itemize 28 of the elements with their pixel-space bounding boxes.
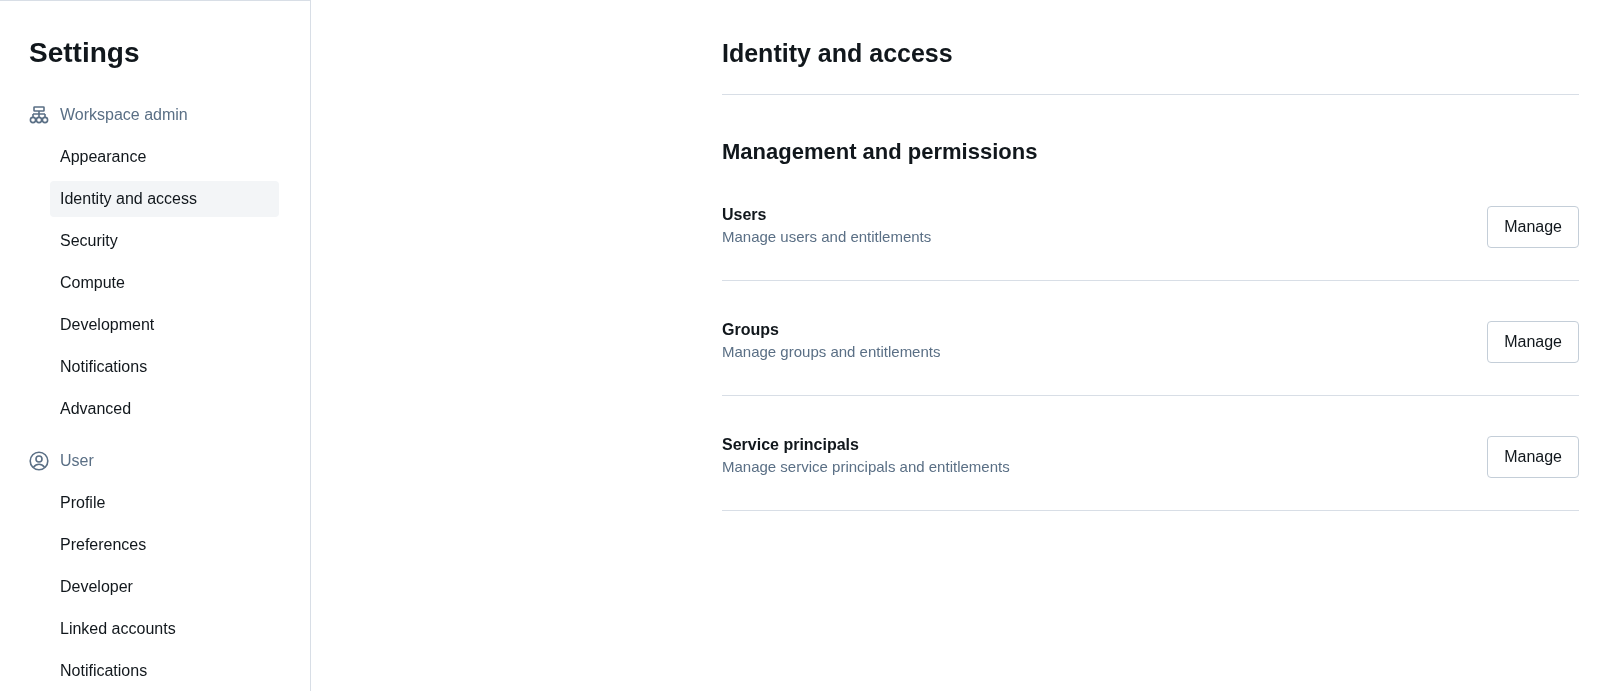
manage-button[interactable]: Manage <box>1487 321 1579 363</box>
manage-button[interactable]: Manage <box>1487 206 1579 248</box>
section-title: Management and permissions <box>722 138 1039 166</box>
user-icon <box>29 451 49 471</box>
row-description: Manage service principals and entitlements <box>722 457 1010 477</box>
sidebar-item[interactable]: Developer <box>50 569 279 605</box>
sidebar-item[interactable]: Advanced <box>50 391 279 427</box>
manage-button[interactable]: Manage <box>1487 436 1579 478</box>
row-title: Groups <box>722 320 780 340</box>
sidebar-item[interactable]: Appearance <box>50 139 279 175</box>
hierarchy-icon <box>29 106 49 124</box>
sidebar-item[interactable]: Preferences <box>50 527 279 563</box>
section-header: User <box>60 452 94 470</box>
page-title: Identity and access <box>722 37 1579 95</box>
sidebar-item[interactable]: Profile <box>50 485 279 521</box>
sidebar-item[interactable]: Identity and access <box>50 181 279 217</box>
sidebar-item[interactable]: Security <box>50 223 279 259</box>
sidebar-item[interactable]: Compute <box>50 265 279 301</box>
row-description: Manage users and entitlements <box>722 227 932 247</box>
sidebar-item[interactable]: Development <box>50 307 279 343</box>
sidebar-title: Settings <box>29 36 141 70</box>
sidebar-item[interactable]: Linked accounts <box>50 611 279 647</box>
sidebar-item[interactable]: Notifications <box>50 653 279 689</box>
row-title: Service principals <box>722 435 860 455</box>
sidebar-item[interactable]: Notifications <box>50 349 279 385</box>
row-title: Users <box>722 205 768 225</box>
row-description: Manage groups and entitlements <box>722 342 941 362</box>
section-header: Workspace admin <box>60 106 188 124</box>
